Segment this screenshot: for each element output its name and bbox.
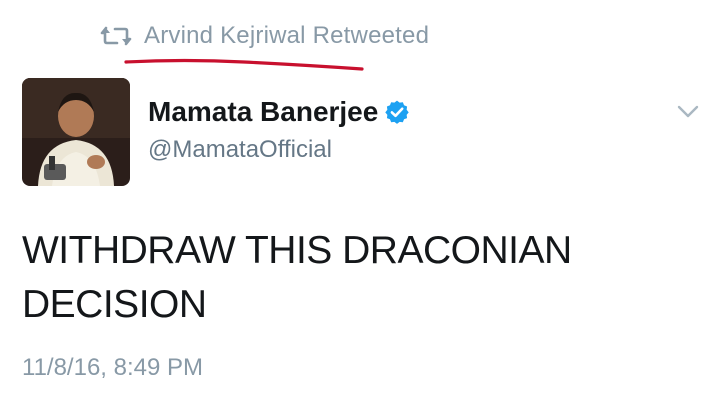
retweet-label[interactable]: Arvind Kejriwal Retweeted <box>144 22 429 50</box>
avatar[interactable] <box>22 78 130 186</box>
author-block: Mamata Banerjee @MamataOfficial <box>148 96 410 164</box>
red-underline-annotation <box>124 58 364 71</box>
tweet-timestamp[interactable]: 11/8/16, 8:49 PM <box>22 354 203 382</box>
author-name[interactable]: Mamata Banerjee <box>148 96 378 128</box>
tweet-text: WITHDRAW THIS DRACONIAN DECISION <box>22 229 572 326</box>
tweet-card[interactable]: Arvind Kejriwal Retweeted Mamata Banerje… <box>0 0 720 405</box>
chevron-down-icon[interactable] <box>676 104 700 120</box>
retweet-icon <box>100 26 132 46</box>
verified-badge-icon <box>385 100 410 124</box>
author-handle[interactable]: @MamataOfficial <box>148 136 410 164</box>
retweet-context: Arvind Kejriwal Retweeted <box>100 22 429 50</box>
avatar-image <box>22 78 130 186</box>
